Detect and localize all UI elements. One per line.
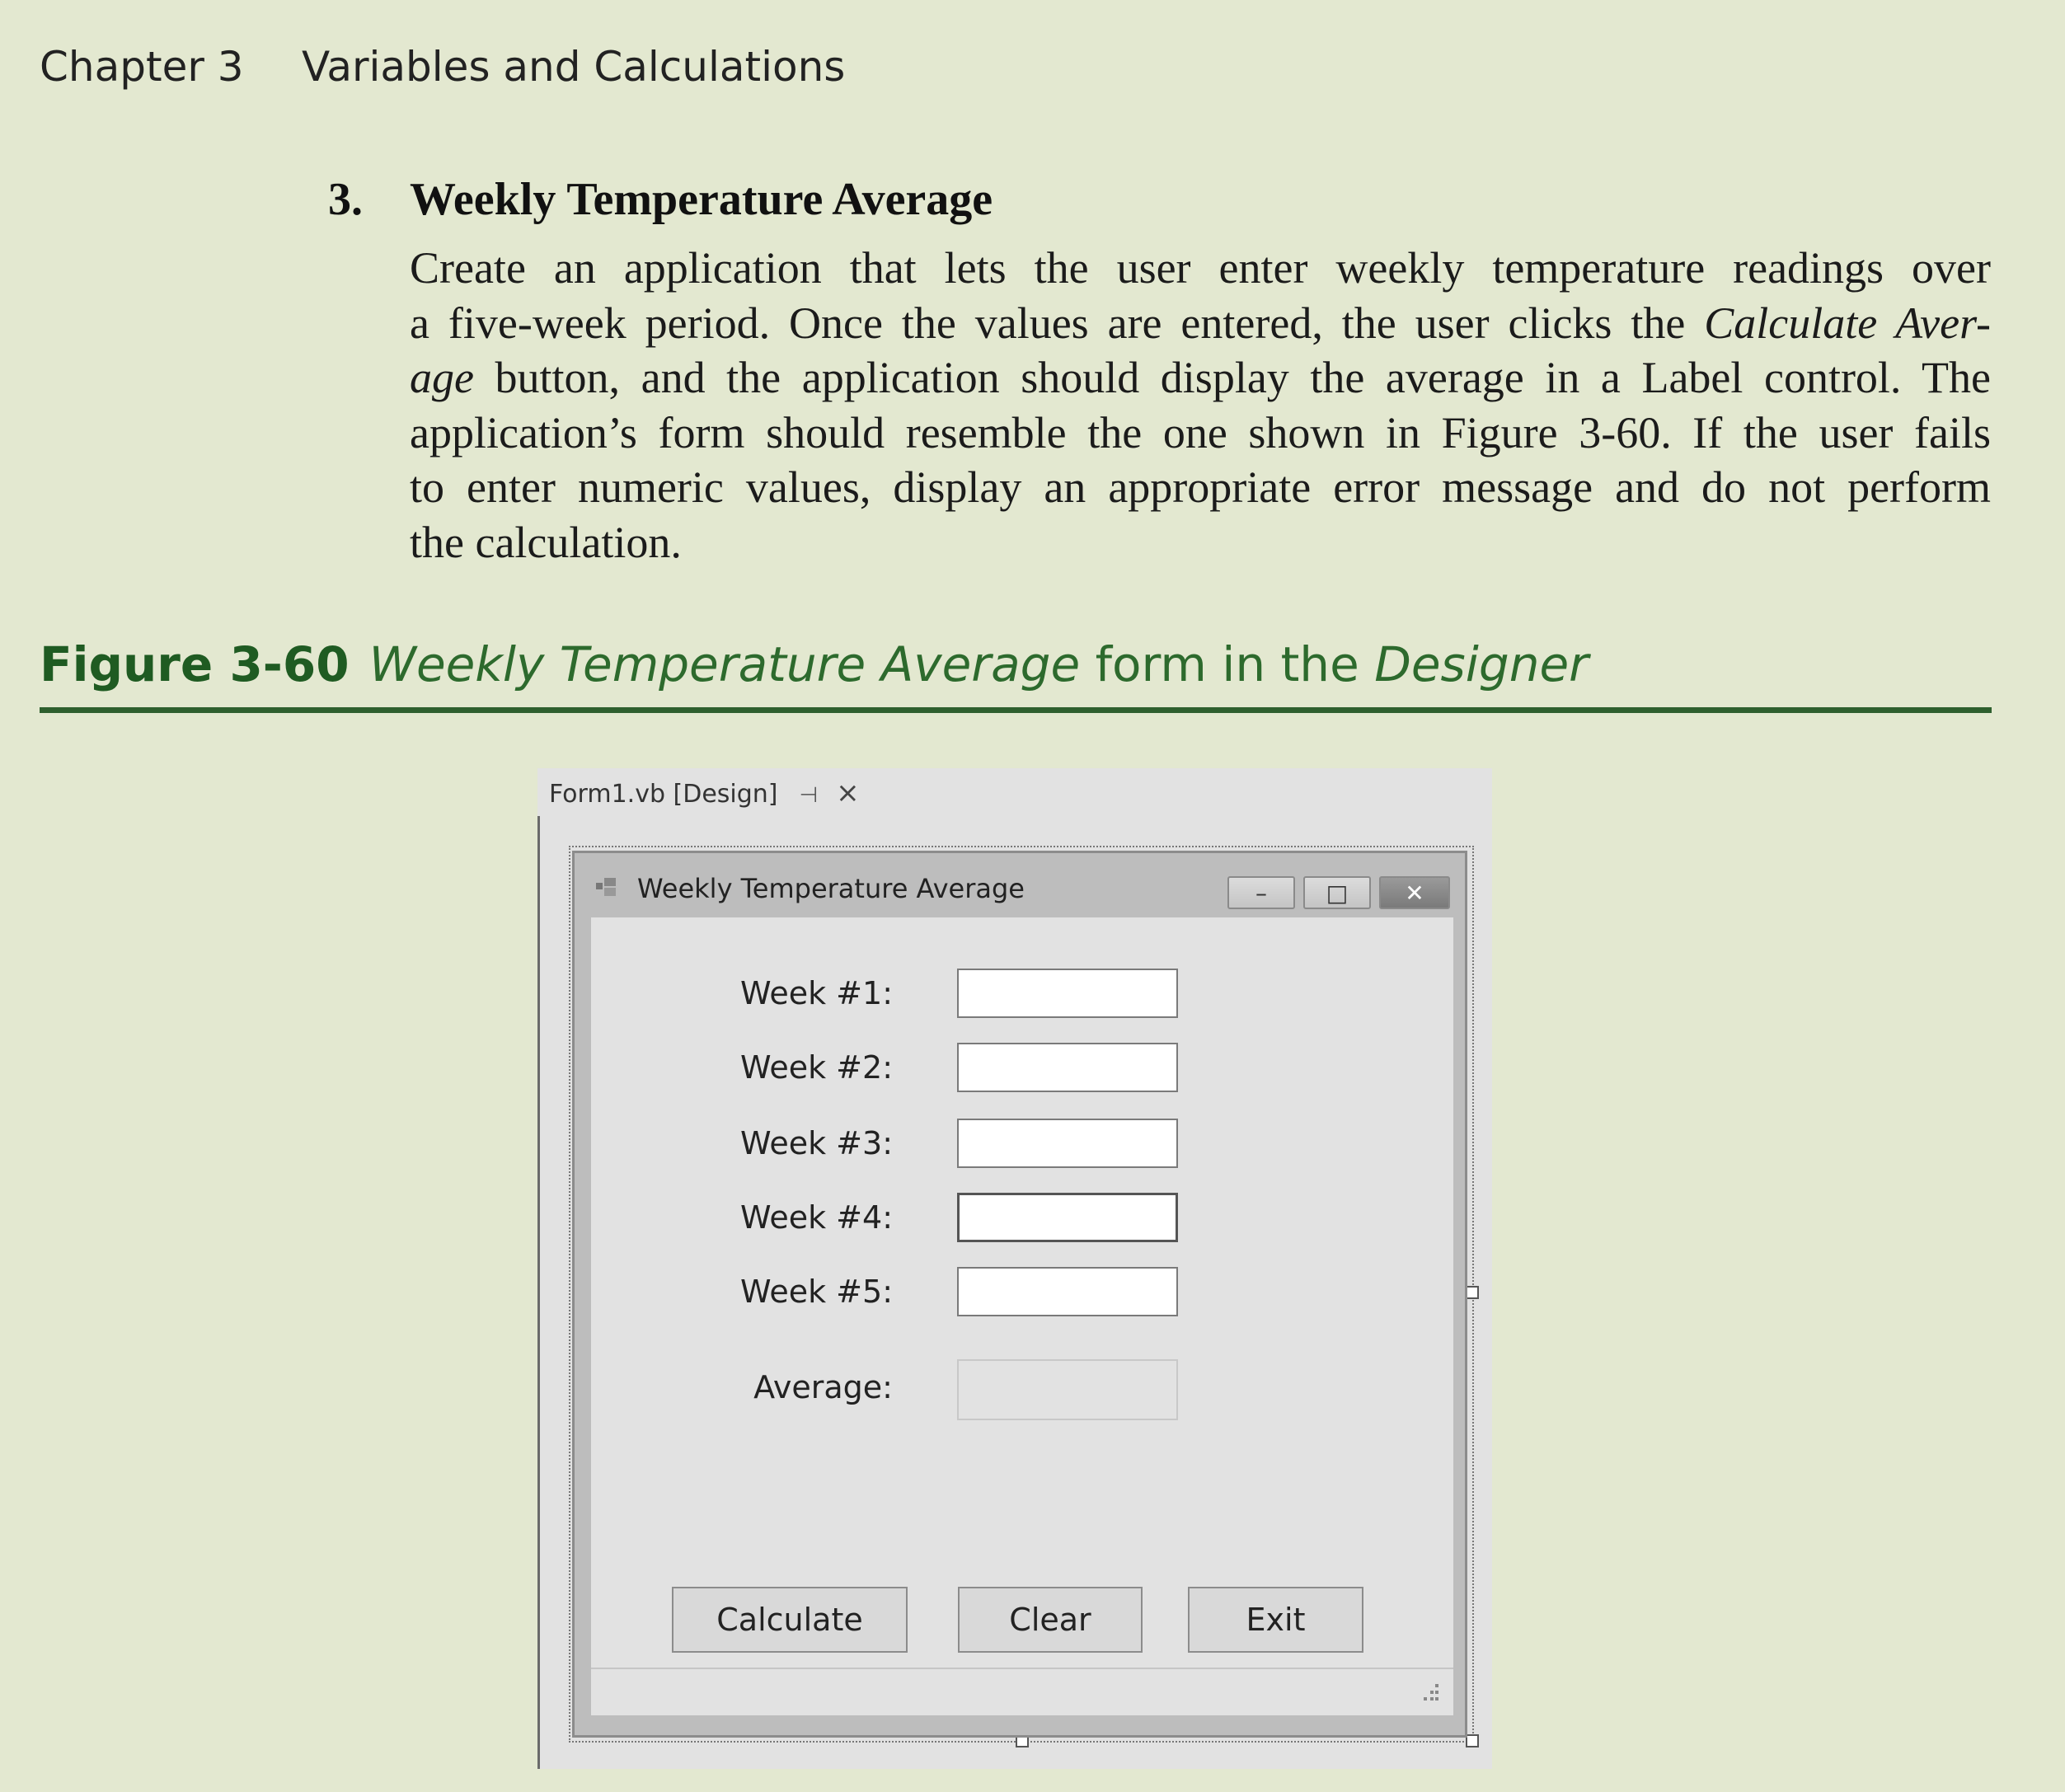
week1-textbox[interactable] — [957, 969, 1178, 1018]
resize-handle-corner[interactable] — [1466, 1734, 1479, 1747]
body-line: application’s form should resemble the o… — [410, 407, 1991, 457]
figure-caption-italic-2: Designer — [1374, 636, 1589, 692]
designer-border — [537, 816, 540, 1769]
week2-label: Week #2: — [739, 1049, 893, 1086]
status-divider — [591, 1668, 1453, 1669]
week3-label: Week #3: — [739, 1125, 893, 1161]
figure-caption-italic: Weekly Temperature Average — [368, 636, 1081, 692]
body-text: button, and the application should displ… — [495, 353, 1991, 402]
body-line: Create an application that lets the user… — [410, 243, 1991, 293]
average-label: Average: — [753, 1369, 893, 1405]
figure-rule — [40, 707, 1992, 713]
running-head: Chapter 3 Variables and Calculations — [40, 43, 845, 91]
designer-tab[interactable]: Form1.vb [Design] ⊣ × — [549, 776, 860, 809]
maximize-button[interactable]: □ — [1303, 876, 1371, 909]
body-italic: age — [410, 353, 474, 402]
week4-textbox[interactable] — [957, 1193, 1178, 1242]
form-titlebar: Weekly Temperature Average – □ ✕ — [575, 853, 1465, 917]
week5-textbox[interactable] — [957, 1267, 1178, 1316]
figure-caption-text: form in the — [1095, 636, 1359, 692]
body-line: age button, and the application should d… — [410, 350, 1991, 406]
app-form-icon — [596, 878, 616, 896]
exit-button[interactable]: Exit — [1188, 1587, 1363, 1653]
week4-label: Week #4: — [739, 1199, 893, 1236]
form-window: Weekly Temperature Average – □ ✕ Week #1… — [572, 851, 1467, 1738]
minimize-button[interactable]: – — [1227, 876, 1295, 909]
maximize-icon: □ — [1326, 880, 1349, 907]
resize-handle-right[interactable] — [1466, 1286, 1479, 1299]
close-icon[interactable]: × — [836, 776, 860, 809]
designer-tab-label: Form1.vb [Design] — [549, 780, 778, 809]
minimize-icon: – — [1255, 880, 1267, 907]
figure-number: Figure 3-60 — [40, 636, 350, 692]
week2-textbox[interactable] — [957, 1043, 1178, 1092]
exercise-body: Create an application that lets the user… — [410, 241, 1991, 570]
pin-icon[interactable]: ⊣ — [800, 783, 819, 808]
form-client-area: Week #1: Week #2: Week #3: Week #4: Week… — [591, 917, 1453, 1715]
body-line: to enter numeric values, display an appr… — [410, 462, 1991, 512]
clear-button[interactable]: Clear — [958, 1587, 1143, 1653]
body-text: a five-week period. Once the values are … — [410, 298, 1686, 348]
size-grip-icon[interactable] — [1417, 1681, 1442, 1705]
week5-label: Week #5: — [739, 1274, 893, 1310]
figure-caption: Figure 3-60 Weekly Temperature Average fo… — [40, 636, 1589, 692]
week1-label: Week #1: — [739, 975, 893, 1011]
designer-surface: Form1.vb [Design] ⊣ × Weekly Temperature A… — [537, 768, 1492, 1769]
body-line: a five-week period. Once the values are … — [410, 296, 1991, 351]
calculate-button[interactable]: Calculate — [672, 1587, 908, 1653]
close-window-button[interactable]: ✕ — [1379, 876, 1450, 909]
body-italic: Calculate Aver- — [1704, 298, 1992, 348]
exercise-number: 3. — [328, 174, 363, 225]
chapter-title: Variables and Calculations — [302, 43, 846, 91]
exercise-title: Weekly Temperature Average — [410, 174, 993, 225]
form-title: Weekly Temperature Average — [637, 873, 1025, 904]
close-window-icon: ✕ — [1405, 880, 1424, 907]
average-output-label — [957, 1359, 1178, 1420]
week3-textbox[interactable] — [957, 1119, 1178, 1168]
body-line: the calculation. — [410, 517, 682, 567]
chapter-number: Chapter 3 — [40, 43, 244, 91]
